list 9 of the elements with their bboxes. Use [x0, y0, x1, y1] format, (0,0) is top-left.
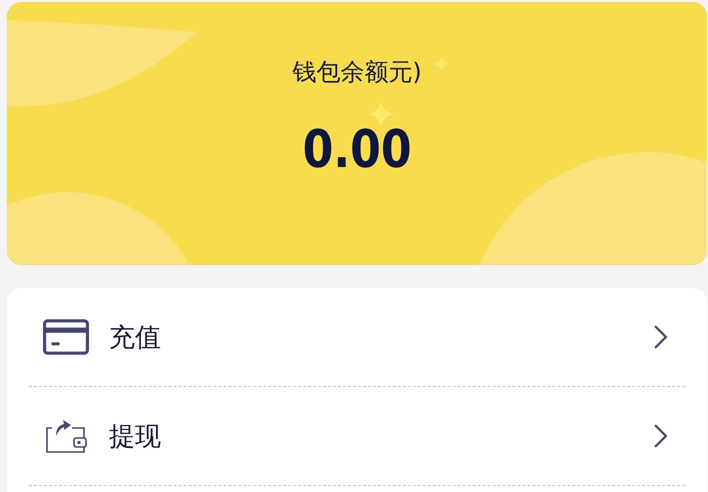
chevron-right-icon [654, 325, 667, 349]
wallet-icon [43, 418, 89, 454]
balance-label: 钱包余额元) [292, 57, 422, 88]
credit-card-icon [43, 319, 89, 355]
menu-item[interactable]: 提现 [29, 387, 685, 486]
sparkle-icon [434, 56, 450, 72]
menu-item[interactable]: 充值 [29, 288, 685, 387]
balance-amount: 0.00 [302, 120, 412, 180]
chevron-right-icon [654, 424, 667, 448]
